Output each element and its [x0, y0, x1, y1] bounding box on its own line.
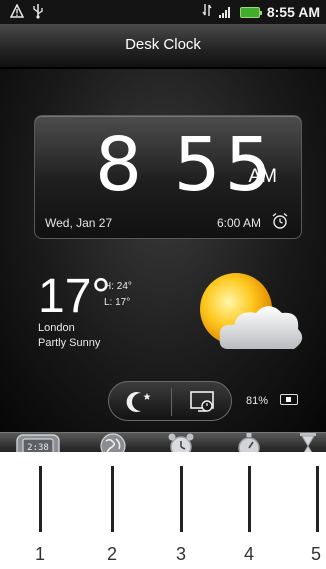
clock-date: Wed, Jan 27	[45, 216, 113, 230]
status-bar: 8:55 AM	[0, 0, 326, 24]
title-bar: Desk Clock	[0, 24, 326, 68]
callout-line-3	[180, 466, 183, 532]
tab-timer[interactable]	[290, 433, 326, 452]
control-pill	[108, 381, 232, 421]
callout-line-5	[316, 466, 319, 532]
high-low: H: 24° L: 17°	[104, 279, 132, 311]
signal-icon	[218, 3, 233, 22]
battery-icon	[239, 6, 262, 18]
battery-level-icon	[280, 394, 298, 405]
callout-number-2: 2	[106, 544, 117, 564]
desk-clock-icon: 2:38	[15, 433, 61, 452]
night-mode-button[interactable]	[109, 382, 171, 422]
tab-stopwatch[interactable]	[222, 433, 276, 452]
clock-panel[interactable]: 8 55 AM Wed, Jan 27 6:00 AM	[34, 115, 302, 239]
usb-icon	[32, 3, 44, 23]
low-temp: L: 17°	[104, 297, 131, 308]
callout-line-4	[248, 466, 251, 532]
network-icon	[202, 2, 212, 22]
temperature: 17°	[38, 270, 111, 323]
alarm-time: 6:00 AM	[216, 216, 261, 230]
callout-number-1: 1	[34, 544, 45, 564]
city-name: London	[38, 322, 75, 334]
alarm-tab-icon	[166, 431, 196, 452]
alarm-clock-icon	[271, 212, 289, 234]
callout-line-1	[39, 466, 42, 532]
weather-location[interactable]: London Partly Sunny	[38, 321, 100, 351]
callout-line-2	[111, 466, 114, 532]
partly-sunny-icon[interactable]	[188, 265, 308, 369]
warning-icon	[9, 3, 25, 23]
globe-icon	[98, 431, 128, 452]
svg-text:2:38: 2:38	[27, 443, 49, 452]
clock-digits: 8 55	[95, 122, 276, 208]
tab-alarm[interactable]	[154, 433, 208, 452]
stopwatch-icon	[234, 431, 264, 452]
high-temp: H: 24°	[104, 281, 132, 292]
status-time: 8:55 AM	[266, 4, 320, 20]
weather-condition: Partly Sunny	[38, 337, 101, 349]
hourglass-icon	[296, 431, 320, 452]
battery-percent: 81%	[246, 395, 269, 407]
clock-ampm: AM	[248, 166, 278, 187]
tab-world-clock[interactable]	[86, 433, 140, 452]
screen-saver-button[interactable]	[171, 382, 233, 422]
clock-main-area: 8 55 AM Wed, Jan 27 6:00 AM 17° H: 24° L…	[0, 69, 326, 432]
tab-bar: 2:38	[0, 432, 326, 452]
callout-number-5: 5	[310, 544, 321, 564]
callout-number-4: 4	[243, 544, 254, 564]
callout-number-3: 3	[175, 544, 186, 564]
phone-screen: 8:55 AM Desk Clock 8 55 AM Wed, Jan 27 6…	[0, 0, 326, 452]
tab-clock[interactable]: 2:38	[10, 433, 66, 452]
page-title: Desk Clock	[125, 36, 201, 53]
